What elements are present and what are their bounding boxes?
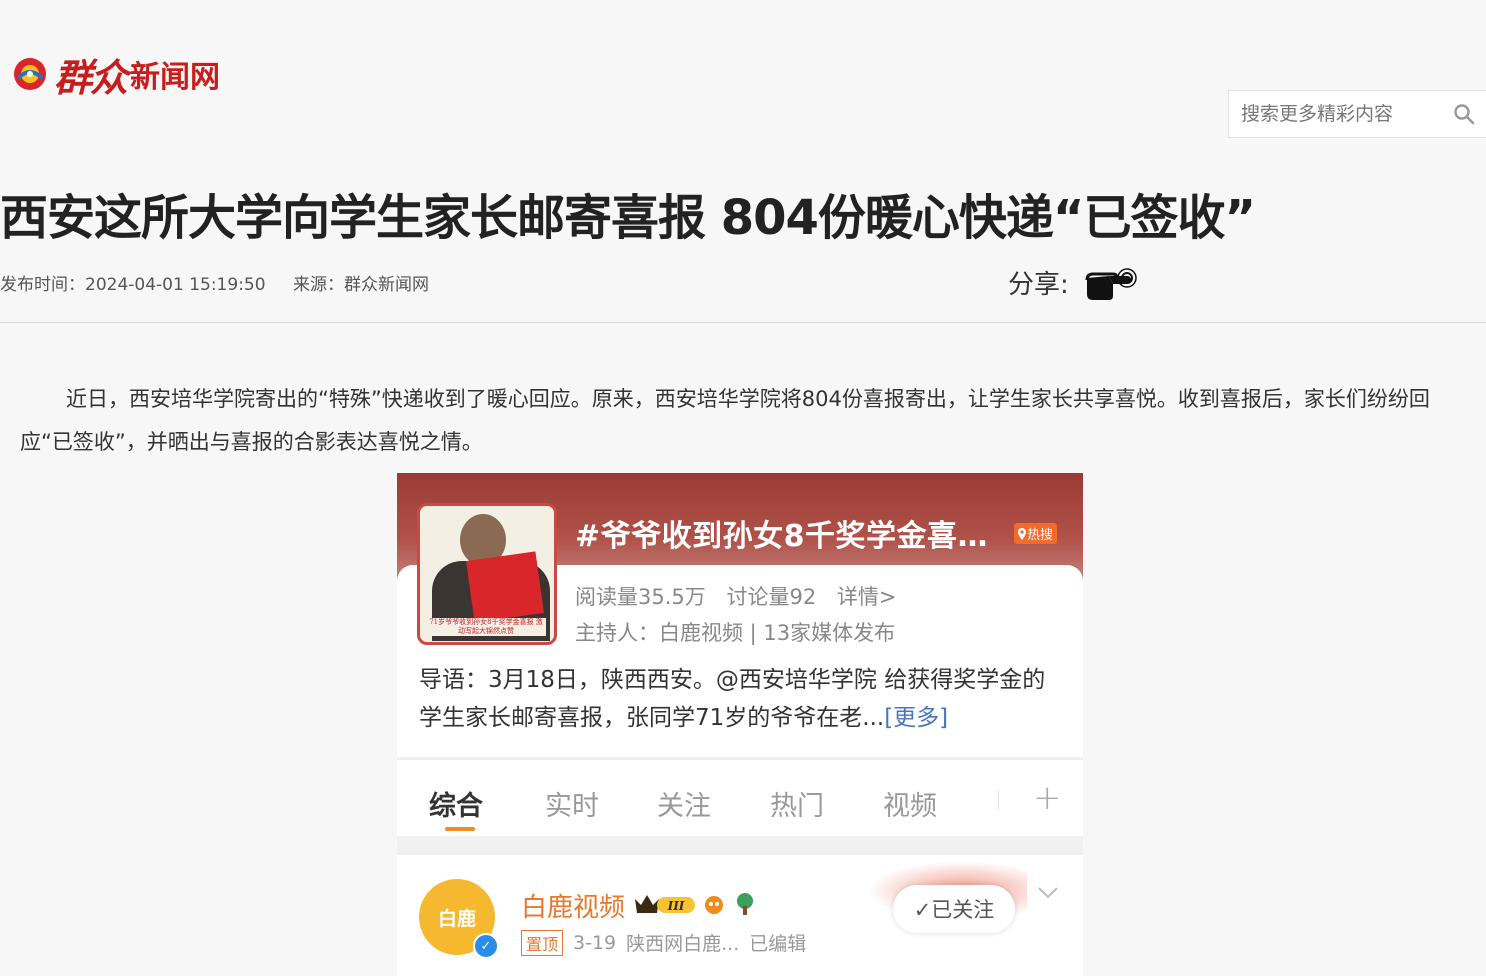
location-icon	[1018, 527, 1026, 540]
pinned-badge: 置顶	[521, 929, 564, 956]
follow-button[interactable]: ✓已关注	[893, 885, 1015, 933]
badge-icon	[705, 896, 723, 914]
article-title: 西安这所大学向学生家长邮寄喜报 804份暖心快递“已签收”	[0, 190, 1256, 246]
search-input[interactable]	[1229, 91, 1446, 137]
verified-icon: ✓	[473, 933, 499, 959]
thumbnail-caption: 71岁爷爷收到孙女8千奖学金喜报 激动写起大锦然点赞	[426, 618, 546, 636]
tab-hot[interactable]: 热门	[770, 784, 824, 823]
weibo-post: 白鹿 ✓ 白鹿视频 III 置顶 3-19 陕西网白鹿... 已编辑 ✓已关注	[397, 855, 1083, 976]
certificate-image	[466, 551, 544, 623]
topic-stats: 阅读量35.5万 讨论量92 详情>	[575, 581, 910, 611]
logo-emblem-icon	[14, 58, 46, 90]
poster-name[interactable]: 白鹿视频	[521, 887, 625, 924]
topic-intro: 导语：3月18日，陕西西安。@西安培华学院 给获得奖学金的学生家长邮寄喜报，张同…	[419, 661, 1059, 737]
topic-host: 主持人：白鹿视频 | 13家媒体发布	[575, 621, 896, 645]
logo-calligraphy: 群众	[54, 54, 128, 100]
share-label: 分享:	[1008, 269, 1069, 300]
post-date: 3-19	[573, 931, 617, 954]
read-count: 阅读量35.5万	[575, 585, 706, 609]
share-area: 分享:	[1008, 262, 1139, 302]
publish-time: 发布时间：2024-04-01 15:19:50	[0, 275, 266, 295]
tab-following[interactable]: 关注	[657, 784, 711, 823]
post-source: 陕西网白鹿...	[626, 933, 740, 955]
chevron-down-icon[interactable]	[1037, 881, 1059, 906]
add-tab-button[interactable]: +	[1033, 778, 1062, 818]
tab-separator	[998, 790, 999, 810]
header-divider	[0, 322, 1486, 323]
active-tab-indicator	[445, 827, 475, 831]
article-meta: 发布时间：2024-04-01 15:19:50 来源：群众新闻网	[0, 270, 451, 295]
embedded-weibo-screenshot: 71岁爷爷收到孙女8千奖学金喜报 激动写起大锦然点赞 #爷爷收到孙女8千奖学金喜…	[397, 473, 1083, 976]
edited-label: 已编辑	[749, 933, 807, 955]
logo-text: 新闻网	[130, 60, 221, 95]
discussion-count: 讨论量92	[726, 585, 817, 609]
site-logo[interactable]: 群众 新闻网	[12, 44, 220, 104]
tab-video[interactable]: 视频	[883, 784, 937, 823]
search-button[interactable]	[1442, 91, 1486, 137]
hot-badge: 热搜	[1014, 523, 1058, 544]
tab-comprehensive[interactable]: 综合	[429, 784, 483, 823]
member-badges: III	[633, 891, 757, 917]
topic-thumbnail: 71岁爷爷收到孙女8千奖学金喜报 激动写起大锦然点赞	[417, 503, 557, 645]
tab-realtime[interactable]: 实时	[545, 784, 599, 823]
level-text: III	[667, 899, 685, 913]
share-hand-icon[interactable]	[1083, 262, 1139, 302]
post-meta: 置顶 3-19 陕西网白鹿... 已编辑	[521, 929, 806, 956]
article-paragraph: 近日，西安培华学院寄出的“特殊”快递收到了暖心回应。原来，西安培华学院将804份…	[20, 387, 1430, 454]
topic-title: #爷爷收到孙女8千奖学金喜…	[575, 519, 989, 554]
tree-icon	[737, 893, 753, 915]
more-link[interactable]: [更多]	[884, 705, 948, 731]
feed-tabs: 综合 实时 关注 热门 视频 +	[397, 759, 1083, 836]
details-link[interactable]: 详情>	[837, 585, 897, 609]
search-box	[1228, 90, 1486, 138]
crown-level-icon: III	[635, 895, 695, 913]
article-source: 来源：群众新闻网	[292, 275, 429, 295]
search-icon	[1454, 104, 1475, 125]
